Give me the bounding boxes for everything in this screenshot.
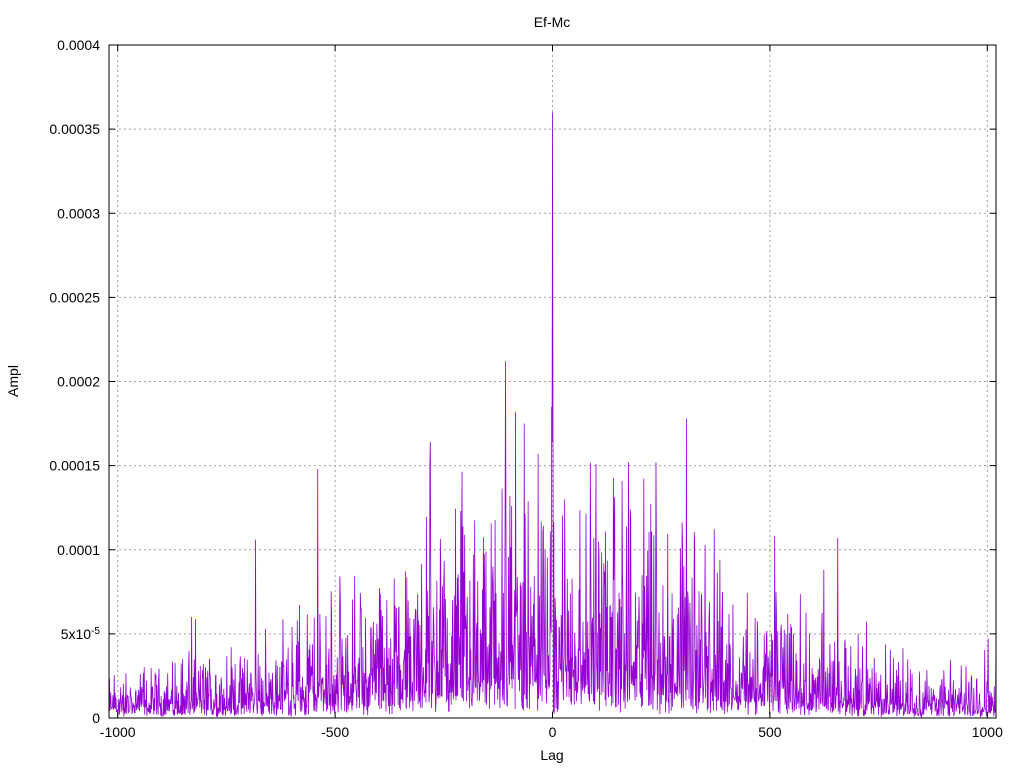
- x-tick-label: -500: [321, 724, 349, 740]
- y-tick-label: 0.00025: [49, 289, 100, 305]
- y-tick-label: 0.0002: [57, 374, 100, 390]
- x-tick-labels: -1000 -500 0 500 1000: [100, 724, 1003, 740]
- x-tick-label: 0: [549, 724, 557, 740]
- y-tick-label-exponent: -5: [91, 625, 100, 636]
- chart-title: Ef-Mc: [534, 14, 571, 30]
- y-tick-labels: 0 5x10-5 0.0001 0.00015 0.0002 0.00025 0.0003 0…: [49, 37, 100, 726]
- chart-canvas: -1000 -500 0 500 1000 0 5x10-5 0.0001 0.00015 0.…: [5, 14, 1003, 763]
- y-tick-label: 5x10-5: [61, 625, 101, 642]
- y-tick-label: 0.00035: [49, 121, 100, 137]
- y-tick-label: 0.0004: [57, 37, 100, 53]
- y-tick-label: 0.0003: [57, 205, 100, 221]
- y-tick-label: 0.00015: [49, 458, 100, 474]
- x-tick-label: 1000: [972, 724, 1003, 740]
- x-axis-label: Lag: [540, 747, 563, 763]
- x-tick-label: 500: [758, 724, 782, 740]
- y-tick-label: 0.0001: [57, 542, 100, 558]
- y-tick-label: 0: [92, 710, 100, 726]
- y-axis-label: Ampl: [5, 365, 21, 397]
- x-tick-label: -1000: [100, 724, 136, 740]
